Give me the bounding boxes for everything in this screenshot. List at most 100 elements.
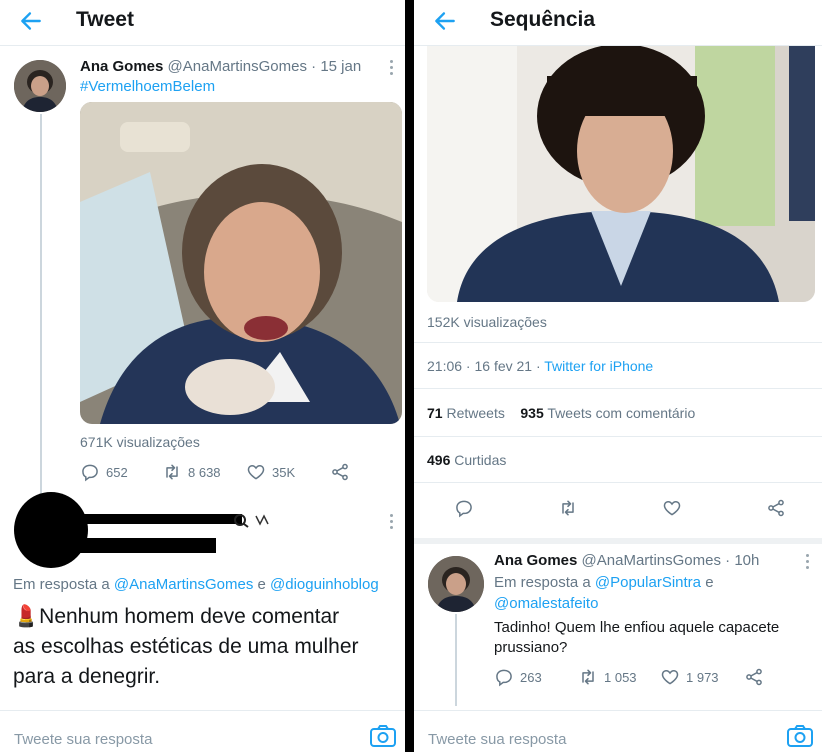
- left-pane: Tweet Ana Gomes @AnaMartinsGomes · 15 ja…: [0, 0, 405, 752]
- reply-text-line: Nenhum homem deve comentar: [39, 605, 340, 628]
- reply-text-line: Tadinho! Quem lhe enfiou aquele capacete: [494, 619, 780, 636]
- timestamp-line: 21:06 · 16 fev 21 · Twitter for iPhone: [427, 358, 653, 374]
- page-title: Sequência: [490, 8, 596, 31]
- conjunction-text: e: [705, 574, 714, 591]
- reply-input[interactable]: Tweete sua resposta: [14, 731, 152, 748]
- reply-mention-link[interactable]: @PopularSintra: [595, 574, 701, 591]
- right-pane: Sequência 152K visualizações 21:06 · 16 …: [414, 0, 822, 752]
- section-divider: [414, 538, 822, 544]
- reply-mention-link[interactable]: @dioguinhoblog: [270, 576, 379, 593]
- hashtag-link[interactable]: #VermelhoemBelem: [80, 78, 215, 95]
- like-button[interactable]: 35K: [246, 462, 295, 482]
- retweet-count[interactable]: 71: [427, 405, 443, 421]
- reply-button[interactable]: 263: [494, 667, 542, 687]
- redacted-handle-bar: [80, 538, 216, 553]
- view-count: 671K visualizações: [80, 434, 200, 450]
- divider: [414, 342, 822, 343]
- reply-bar: Tweete sua resposta: [414, 710, 822, 752]
- reply-text-line: prussiano?: [494, 639, 568, 656]
- retweet-button[interactable]: 1 053: [578, 667, 637, 687]
- reply-mention-link[interactable]: @AnaMartinsGomes: [114, 576, 253, 593]
- heart-icon: [661, 669, 679, 685]
- share-icon: [332, 463, 348, 481]
- reply-count: 652: [106, 464, 128, 480]
- heart-icon: [663, 500, 681, 516]
- engagement-row: 71 Retweets 935 Tweets com comentário: [427, 405, 695, 421]
- retweet-label[interactable]: Retweets: [446, 405, 504, 421]
- conjunction-text: e: [257, 576, 266, 593]
- retweet-count: 1 053: [604, 669, 637, 685]
- quote-count[interactable]: 935: [520, 405, 543, 421]
- more-options-icon[interactable]: [804, 554, 810, 572]
- share-icon: [746, 668, 762, 686]
- like-count: 35K: [272, 464, 296, 480]
- reply-button[interactable]: [454, 498, 474, 518]
- divider: [414, 482, 822, 483]
- retweet-icon: [166, 464, 178, 480]
- redacted-marks-icon: [234, 514, 269, 528]
- in-reply-to-line: Em resposta a @PopularSintra e: [494, 574, 714, 591]
- author-name[interactable]: Ana Gomes: [494, 552, 577, 569]
- more-options-icon[interactable]: [388, 60, 394, 78]
- page-title: Tweet: [76, 8, 134, 31]
- reply-mention-link[interactable]: @omalestafeito: [494, 595, 598, 612]
- reply-bar: Tweete sua resposta: [0, 710, 405, 752]
- heart-icon: [247, 464, 265, 480]
- share-icon: [768, 499, 784, 517]
- camera-icon[interactable]: [786, 723, 814, 749]
- like-label[interactable]: Curtidas: [454, 452, 506, 468]
- reply-icon: [496, 669, 512, 687]
- divider: [414, 388, 822, 389]
- divider: [414, 436, 822, 437]
- reply-icon: [82, 464, 98, 482]
- reply-text: Tadinho! Quem lhe enfiou aquele capacete…: [494, 618, 779, 658]
- author-handle[interactable]: @AnaMartinsGomes: [168, 58, 307, 75]
- author-handle[interactable]: @AnaMartinsGomes: [582, 552, 721, 569]
- retweet-count: 8 638: [188, 464, 221, 480]
- like-button[interactable]: 1 973: [660, 667, 719, 687]
- tweet-time: 21:06 · 16 fev 21 ·: [427, 358, 541, 374]
- like-button[interactable]: [662, 498, 682, 518]
- tweet-video[interactable]: [427, 46, 815, 302]
- share-button[interactable]: [330, 462, 350, 482]
- tweet-date: · 10h: [725, 552, 760, 569]
- like-count: 1 973: [686, 669, 719, 685]
- tweet-author-line: Ana Gomes @AnaMartinsGomes · 10h: [494, 552, 759, 569]
- thread-line: [455, 614, 457, 706]
- more-options-icon[interactable]: [388, 514, 394, 532]
- back-arrow-icon[interactable]: [432, 8, 458, 34]
- view-count: 152K visualizações: [427, 314, 547, 330]
- reply-text-line: para a denegrir.: [13, 665, 161, 688]
- tweet-source-link[interactable]: Twitter for iPhone: [544, 358, 653, 374]
- thread-line: [40, 114, 42, 496]
- quote-label[interactable]: Tweets com comentário: [547, 405, 695, 421]
- share-button[interactable]: [766, 498, 786, 518]
- tweet-video[interactable]: [80, 102, 402, 424]
- author-name[interactable]: Ana Gomes: [80, 58, 163, 75]
- like-count[interactable]: 496: [427, 452, 450, 468]
- reply-button[interactable]: 652: [80, 462, 128, 482]
- camera-icon[interactable]: [369, 723, 397, 749]
- right-topbar: Sequência: [414, 0, 822, 46]
- redacted-avatar: [14, 492, 88, 568]
- reply-text-line: as escolhas estéticas de uma mulher: [13, 635, 359, 658]
- redacted-name-bar: [80, 514, 242, 524]
- reply-count: 263: [520, 669, 542, 685]
- reply-input[interactable]: Tweete sua resposta: [428, 731, 566, 748]
- lipstick-emoji: 💄: [13, 605, 40, 628]
- in-reply-to-label: Em resposta a: [494, 574, 591, 591]
- tweet-date: · 15 jan: [311, 58, 362, 75]
- tweet-author-line: Ana Gomes @AnaMartinsGomes · 15 jan: [80, 58, 361, 75]
- left-topbar: Tweet: [0, 0, 405, 46]
- retweet-icon: [582, 669, 594, 685]
- retweet-button[interactable]: 8 638: [162, 462, 221, 482]
- share-button[interactable]: [744, 667, 764, 687]
- avatar[interactable]: [428, 556, 484, 612]
- back-arrow-icon[interactable]: [18, 8, 44, 34]
- retweet-button[interactable]: [558, 498, 578, 518]
- in-reply-to-line: Em resposta a @AnaMartinsGomes e @diogui…: [13, 576, 379, 593]
- reply-text: 💄Nenhum homem deve comentar as escolhas …: [13, 602, 359, 692]
- reply-icon: [456, 500, 472, 518]
- likes-row: 496 Curtidas: [427, 452, 506, 468]
- avatar[interactable]: [14, 60, 66, 112]
